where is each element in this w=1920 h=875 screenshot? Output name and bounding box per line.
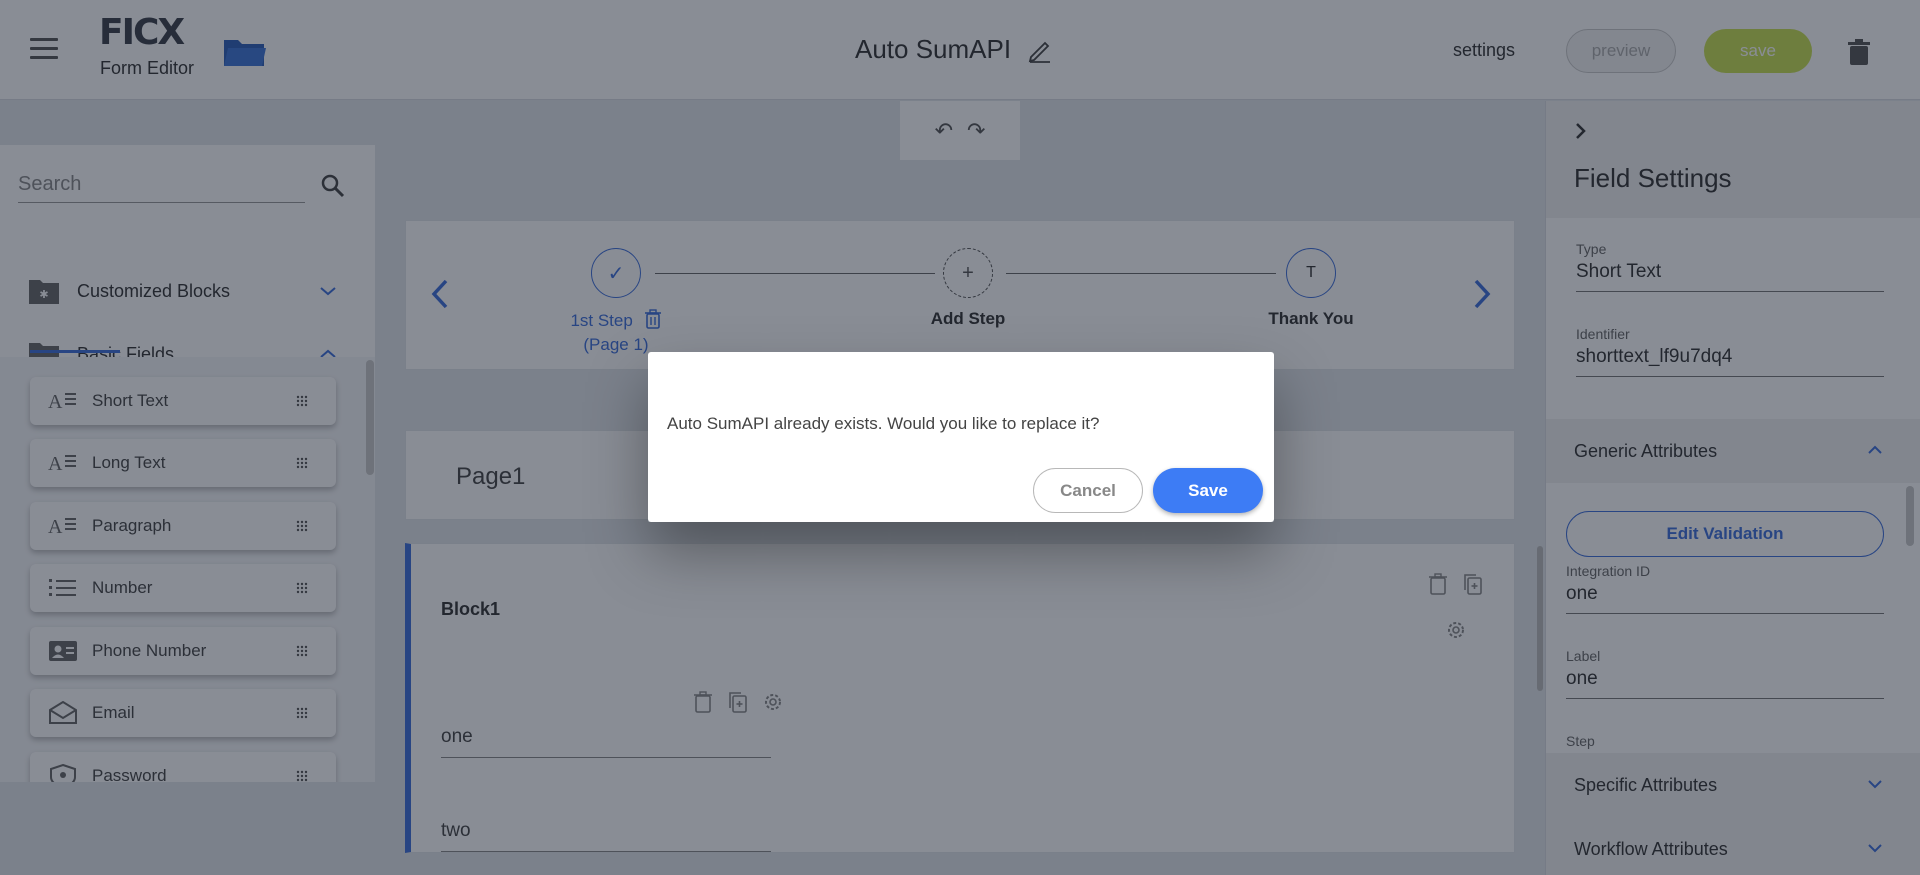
replace-confirm-dialog: Auto SumAPI already exists. Would you li… <box>648 352 1274 522</box>
cancel-button[interactable]: Cancel <box>1033 468 1143 513</box>
dialog-message: Auto SumAPI already exists. Would you li… <box>667 414 1100 433</box>
confirm-save-button[interactable]: Save <box>1153 468 1263 513</box>
